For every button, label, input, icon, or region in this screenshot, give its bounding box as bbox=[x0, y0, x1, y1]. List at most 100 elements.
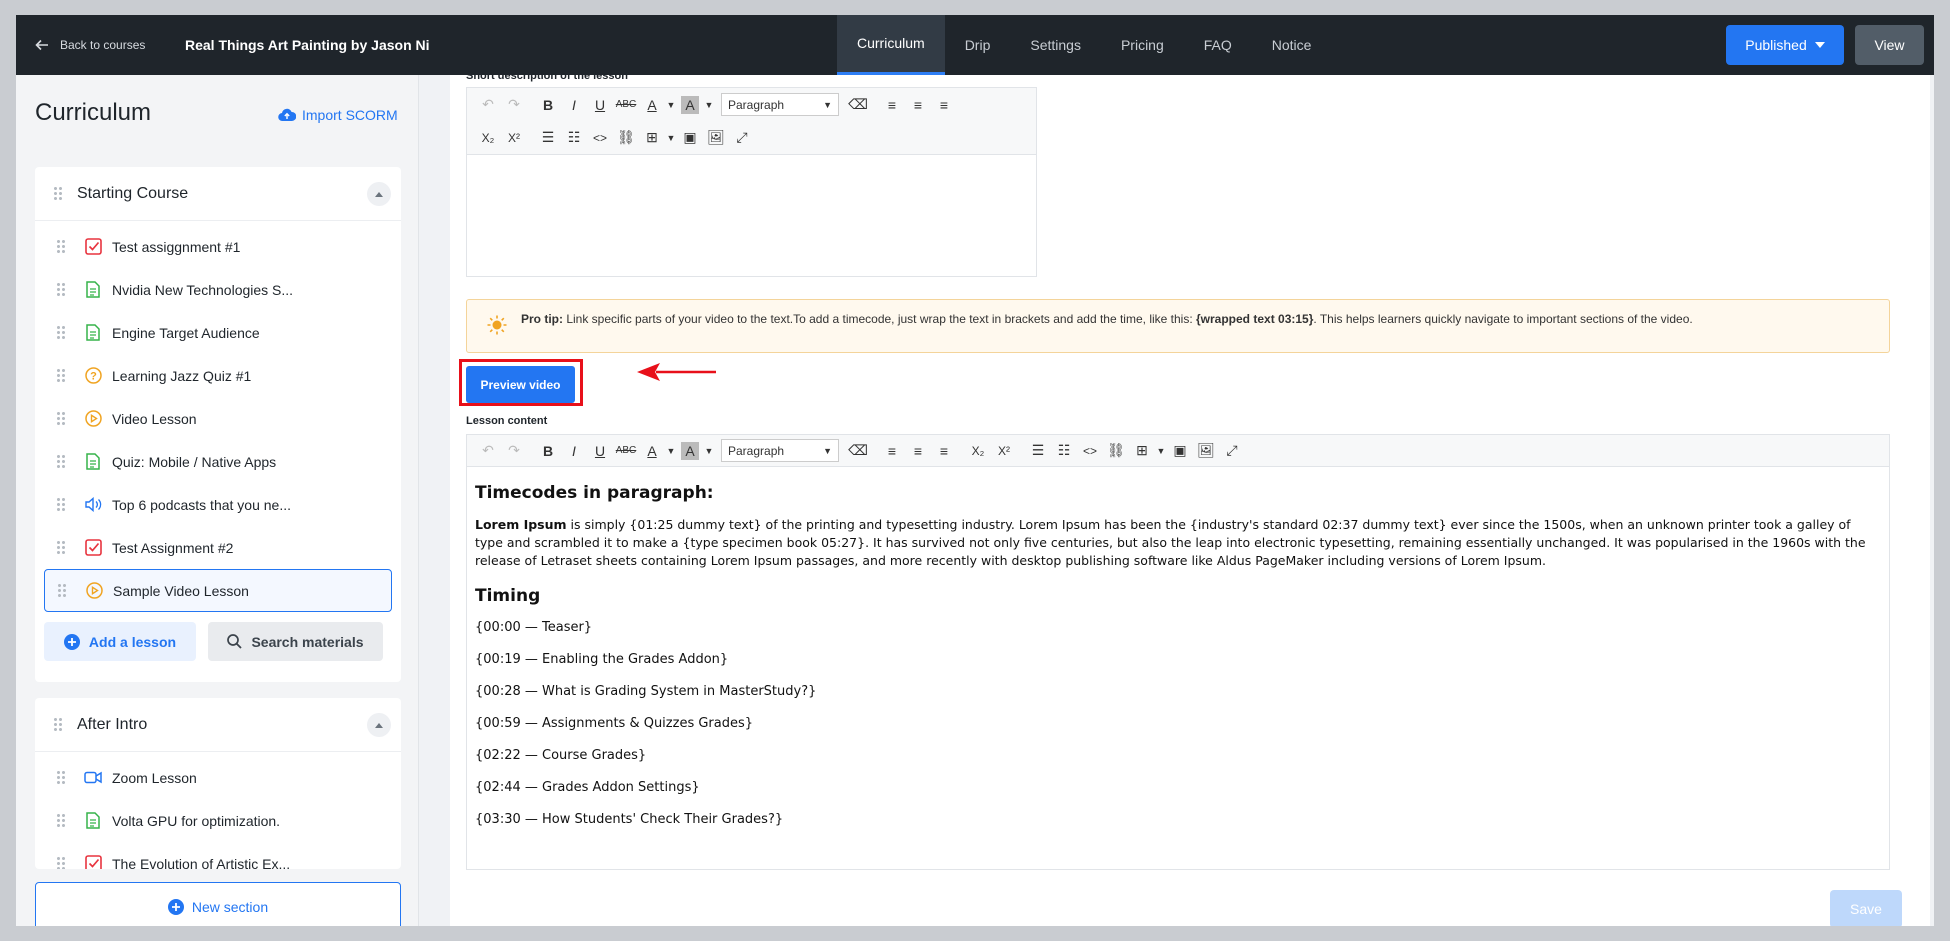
tab-curriculum[interactable]: Curriculum bbox=[837, 15, 945, 75]
background-color-icon[interactable]: A bbox=[681, 95, 699, 114]
lesson-item[interactable]: Engine Target Audience bbox=[35, 311, 401, 354]
image-icon[interactable]: 🖼 bbox=[1193, 438, 1219, 464]
drag-handle-icon[interactable] bbox=[56, 281, 66, 298]
align-right-icon[interactable]: ≡ bbox=[931, 92, 957, 118]
bold-icon[interactable]: B bbox=[535, 92, 561, 118]
drag-handle-icon[interactable] bbox=[56, 496, 66, 513]
lesson-item[interactable]: Video Lesson bbox=[35, 397, 401, 440]
lesson-item[interactable]: Nvidia New Technologies S... bbox=[35, 268, 401, 311]
bold-icon[interactable]: B bbox=[535, 438, 561, 464]
search-materials-button[interactable]: Search materials bbox=[208, 622, 383, 661]
collapse-section-button[interactable] bbox=[367, 713, 391, 737]
lesson-item[interactable]: Zoom Lesson bbox=[35, 756, 401, 799]
tab-faq[interactable]: FAQ bbox=[1184, 15, 1252, 75]
drag-handle-icon[interactable] bbox=[56, 238, 66, 255]
paragraph-format-select[interactable]: Paragraph ▼ bbox=[721, 439, 839, 462]
lesson-item[interactable]: Top 6 podcasts that you ne... bbox=[35, 483, 401, 526]
align-center-icon[interactable]: ≡ bbox=[905, 438, 931, 464]
save-button[interactable]: Save bbox=[1830, 890, 1902, 926]
align-right-icon[interactable]: ≡ bbox=[931, 438, 957, 464]
section-header[interactable]: After Intro bbox=[35, 698, 401, 752]
drag-handle-icon[interactable] bbox=[56, 855, 66, 869]
section-header[interactable]: Starting Course bbox=[35, 167, 401, 221]
bullet-list-icon[interactable]: ☰ bbox=[1025, 438, 1051, 464]
chevron-down-icon[interactable]: ▼ bbox=[703, 92, 715, 118]
preview-video-button[interactable]: Preview video bbox=[466, 366, 575, 403]
italic-icon[interactable]: I bbox=[561, 92, 587, 118]
align-left-icon[interactable]: ≡ bbox=[879, 438, 905, 464]
superscript-icon[interactable]: X² bbox=[991, 438, 1017, 464]
table-icon[interactable]: ⊞ bbox=[1129, 438, 1155, 464]
drag-handle-icon[interactable] bbox=[56, 539, 66, 556]
underline-icon[interactable]: U bbox=[587, 438, 613, 464]
lesson-content-body[interactable]: Timecodes in paragraph: Lorem Ipsum is s… bbox=[467, 467, 1889, 859]
drag-handle-icon[interactable] bbox=[56, 410, 66, 427]
lesson-item[interactable]: The Evolution of Artistic Ex... bbox=[35, 842, 401, 869]
redo-icon[interactable]: ↷ bbox=[501, 438, 527, 464]
drag-handle-icon[interactable] bbox=[56, 812, 66, 829]
new-section-button[interactable]: New section bbox=[35, 882, 401, 926]
link-icon[interactable]: ⛓ bbox=[1103, 438, 1129, 464]
chevron-down-icon[interactable]: ▼ bbox=[665, 438, 677, 464]
collapse-section-button[interactable] bbox=[367, 182, 391, 206]
text-color-icon[interactable]: A bbox=[639, 92, 665, 118]
import-scorm-link[interactable]: Import SCORM bbox=[278, 107, 398, 123]
chevron-down-icon[interactable]: ▼ bbox=[665, 125, 677, 151]
lesson-item[interactable]: Test assiggnment #1 bbox=[35, 225, 401, 268]
align-center-icon[interactable]: ≡ bbox=[905, 92, 931, 118]
lesson-item-selected[interactable]: Sample Video Lesson bbox=[44, 569, 392, 612]
fullscreen-icon[interactable]: ⤢ bbox=[1219, 438, 1245, 464]
view-button[interactable]: View bbox=[1855, 25, 1924, 65]
lesson-label: Quiz: Mobile / Native Apps bbox=[112, 453, 277, 470]
tab-settings[interactable]: Settings bbox=[1010, 15, 1101, 75]
undo-icon[interactable]: ↶ bbox=[475, 92, 501, 118]
lesson-item[interactable]: Quiz: Mobile / Native Apps bbox=[35, 440, 401, 483]
tab-pricing[interactable]: Pricing bbox=[1101, 15, 1184, 75]
tab-notice[interactable]: Notice bbox=[1252, 15, 1332, 75]
drag-handle-icon[interactable] bbox=[53, 185, 63, 202]
drag-handle-icon[interactable] bbox=[56, 453, 66, 470]
add-lesson-button[interactable]: Add a lesson bbox=[44, 622, 196, 661]
background-color-icon[interactable]: A bbox=[681, 441, 699, 460]
table-icon[interactable]: ⊞ bbox=[639, 125, 665, 151]
back-to-courses-link[interactable]: Back to courses bbox=[34, 15, 145, 75]
short-description-textarea[interactable] bbox=[467, 155, 1036, 255]
code-icon[interactable]: <> bbox=[587, 125, 613, 151]
bullet-list-icon[interactable]: ☰ bbox=[535, 125, 561, 151]
lesson-item[interactable]: Volta GPU for optimization. bbox=[35, 799, 401, 842]
drag-handle-icon[interactable] bbox=[56, 769, 66, 786]
strikethrough-icon[interactable]: ABC bbox=[613, 438, 639, 464]
code-icon[interactable]: <> bbox=[1077, 438, 1103, 464]
image-icon[interactable]: 🖼 bbox=[703, 125, 729, 151]
published-dropdown-button[interactable]: Published bbox=[1726, 25, 1844, 65]
lesson-item[interactable]: Test Assignment #2 bbox=[35, 526, 401, 569]
chevron-down-icon[interactable]: ▼ bbox=[665, 92, 677, 118]
clear-formatting-icon[interactable]: ⌫ bbox=[845, 92, 871, 118]
strikethrough-icon[interactable]: ABC bbox=[613, 92, 639, 118]
subscript-icon[interactable]: X₂ bbox=[475, 125, 501, 151]
link-icon[interactable]: ⛓ bbox=[613, 125, 639, 151]
italic-icon[interactable]: I bbox=[561, 438, 587, 464]
text-color-icon[interactable]: A bbox=[639, 438, 665, 464]
chevron-down-icon[interactable]: ▼ bbox=[703, 438, 715, 464]
redo-icon[interactable]: ↷ bbox=[501, 92, 527, 118]
media-icon[interactable]: ▣ bbox=[1167, 438, 1193, 464]
numbered-list-icon[interactable]: ☷ bbox=[1051, 438, 1077, 464]
superscript-icon[interactable]: X² bbox=[501, 125, 527, 151]
fullscreen-icon[interactable]: ⤢ bbox=[729, 125, 755, 151]
subscript-icon[interactable]: X₂ bbox=[965, 438, 991, 464]
undo-icon[interactable]: ↶ bbox=[475, 438, 501, 464]
chevron-down-icon[interactable]: ▼ bbox=[1155, 438, 1167, 464]
drag-handle-icon[interactable] bbox=[56, 367, 66, 384]
tab-drip[interactable]: Drip bbox=[945, 15, 1011, 75]
lesson-item[interactable]: ? Learning Jazz Quiz #1 bbox=[35, 354, 401, 397]
underline-icon[interactable]: U bbox=[587, 92, 613, 118]
align-left-icon[interactable]: ≡ bbox=[879, 92, 905, 118]
paragraph-format-select[interactable]: Paragraph ▼ bbox=[721, 93, 839, 116]
numbered-list-icon[interactable]: ☷ bbox=[561, 125, 587, 151]
drag-handle-icon[interactable] bbox=[53, 716, 63, 733]
clear-formatting-icon[interactable]: ⌫ bbox=[845, 438, 871, 464]
media-icon[interactable]: ▣ bbox=[677, 125, 703, 151]
drag-handle-icon[interactable] bbox=[56, 324, 66, 341]
drag-handle-icon[interactable] bbox=[57, 582, 67, 599]
